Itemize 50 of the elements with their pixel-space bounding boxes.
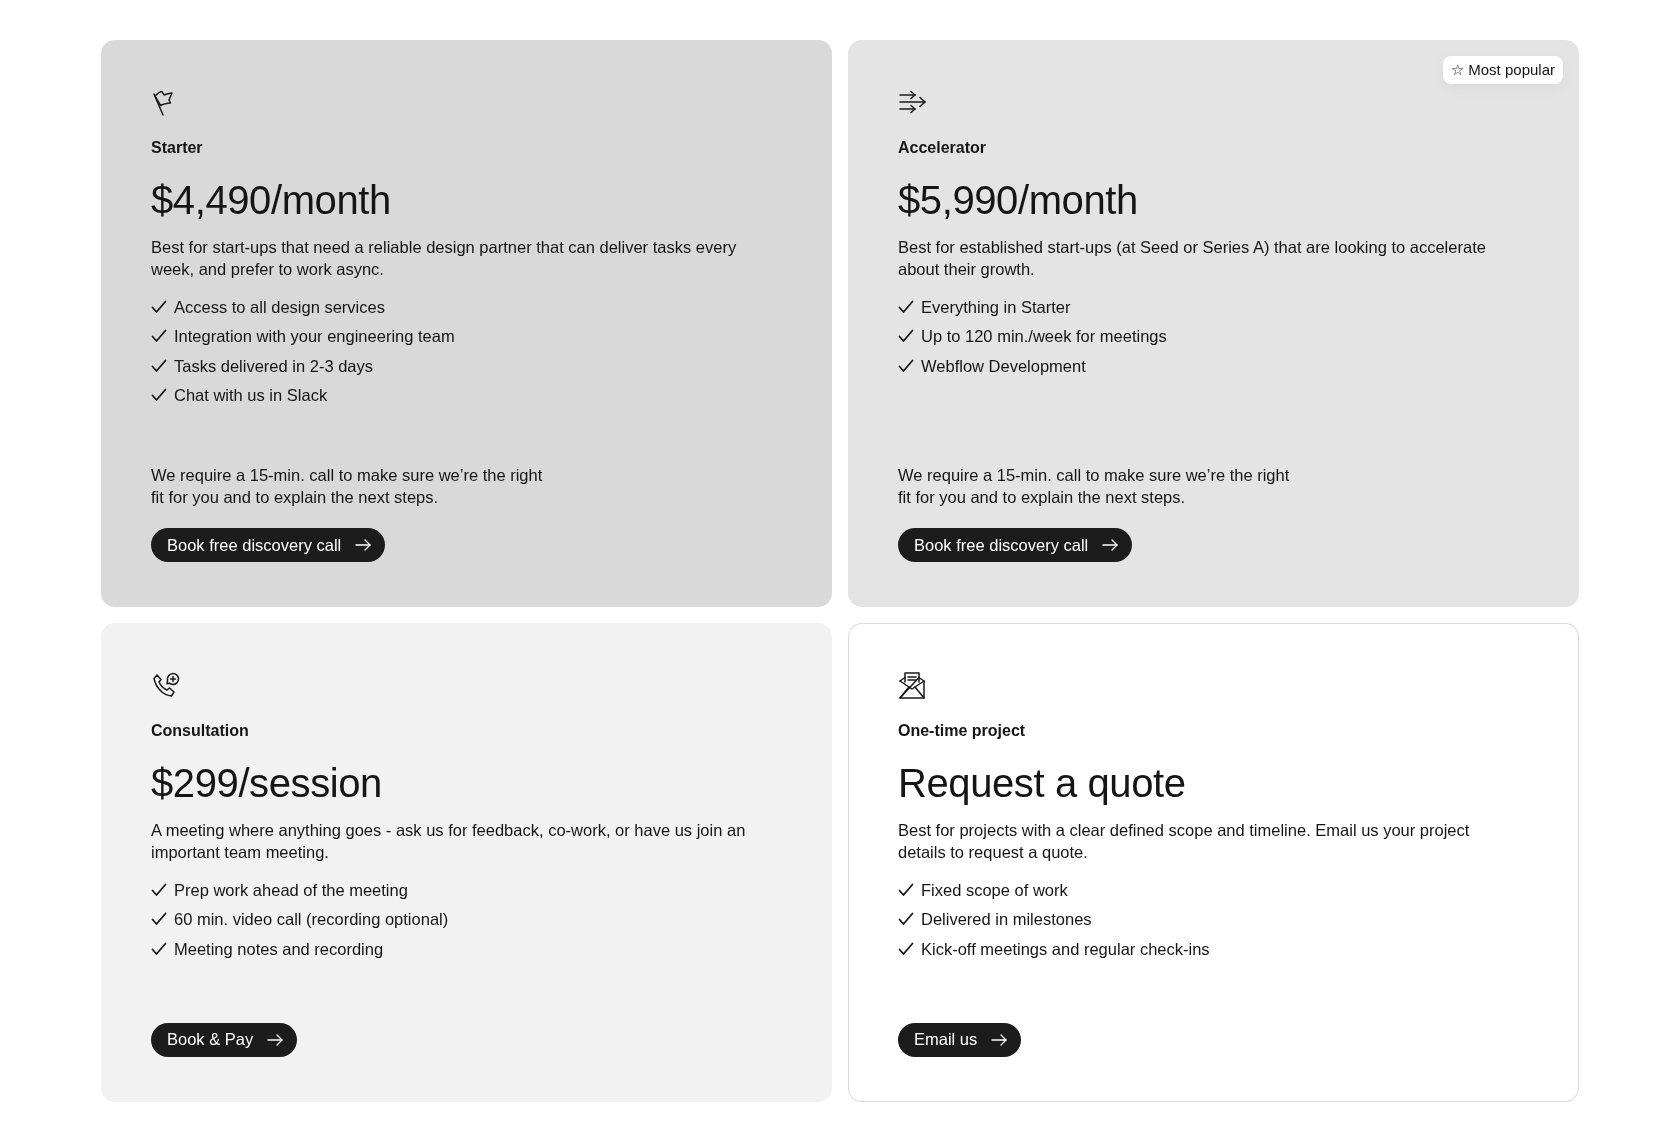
check-icon (151, 388, 167, 403)
check-icon (898, 912, 914, 927)
plan-description: Best for projects with a clear defined scope and timeline. Email us your project details to request a quote. (898, 820, 1471, 863)
cta-button[interactable]: Email us (898, 1022, 1022, 1057)
feature-text: 60 min. video call (recording optional) (174, 909, 449, 930)
plan-price: $299/session (151, 761, 382, 805)
plan-name: Accelerator (898, 138, 987, 158)
arrow-icon (991, 1033, 1008, 1046)
check-icon (898, 329, 914, 344)
arrow-icon (355, 539, 372, 551)
feature-text: Up to 120 min./week for meetings (921, 326, 1167, 347)
cta-button[interactable]: Book & Pay (151, 1022, 298, 1057)
plan-price: $5,990/month (898, 178, 1138, 222)
cta-button[interactable]: Book free discovery call (151, 528, 386, 562)
check-icon (151, 329, 167, 344)
feature-text: Prep work ahead of the meeting (174, 879, 408, 900)
plan-name: Consultation (151, 721, 249, 741)
plan-note: We require a 15-min. call to make sure we’re the right fit for you and to explain the next steps. (151, 465, 544, 508)
check-icon (898, 882, 914, 897)
check-icon (151, 358, 167, 373)
feature-text: Meeting notes and recording (174, 938, 384, 959)
feature-text: Tasks delivered in 2-3 days (174, 355, 373, 376)
envelope-icon (898, 671, 928, 701)
feature-text: Kick-off meetings and regular check-ins (921, 938, 1210, 959)
popular-badge: ☆ Most popular (1443, 56, 1563, 84)
check-icon (151, 299, 167, 314)
check-icon (151, 882, 167, 897)
check-icon (898, 299, 914, 314)
check-icon (898, 358, 914, 373)
plan-price: $4,490/month (151, 178, 391, 222)
arrow-icon (267, 1033, 284, 1046)
plan-name: One-time project (898, 721, 1026, 741)
plan-description: Best for established start-ups (at Seed or Series A) that are looking to accelerate about their growth. (898, 237, 1487, 280)
feature-text: Everything in Starter (921, 296, 1071, 317)
check-icon (151, 912, 167, 927)
feature-text: Delivered in milestones (921, 909, 1092, 930)
check-icon (898, 941, 914, 956)
cta-button[interactable]: Book free discovery call (898, 528, 1133, 562)
feature-text: Integration with your engineering team (174, 326, 455, 347)
feature-text: Chat with us in Slack (174, 385, 328, 406)
plan-description: Best for start-ups that need a reliable design partner that can deliver tasks every week, and prefer to work async. (151, 237, 738, 280)
plan-price: Request a quote (898, 761, 1186, 805)
plan-description: A meeting where anything goes - ask us for feedback, co-work, or have us join an important team meeting. (151, 820, 747, 863)
arrow-icon (1102, 539, 1119, 551)
feature-text: Access to all design services (174, 296, 385, 317)
feature-text: Fixed scope of work (921, 879, 1068, 900)
check-icon (151, 941, 167, 956)
feature-text: Webflow Development (921, 355, 1086, 376)
plan-note: We require a 15-min. call to make sure we’re the right fit for you and to explain the next steps. (898, 465, 1291, 508)
plan-name: Starter (151, 138, 203, 158)
